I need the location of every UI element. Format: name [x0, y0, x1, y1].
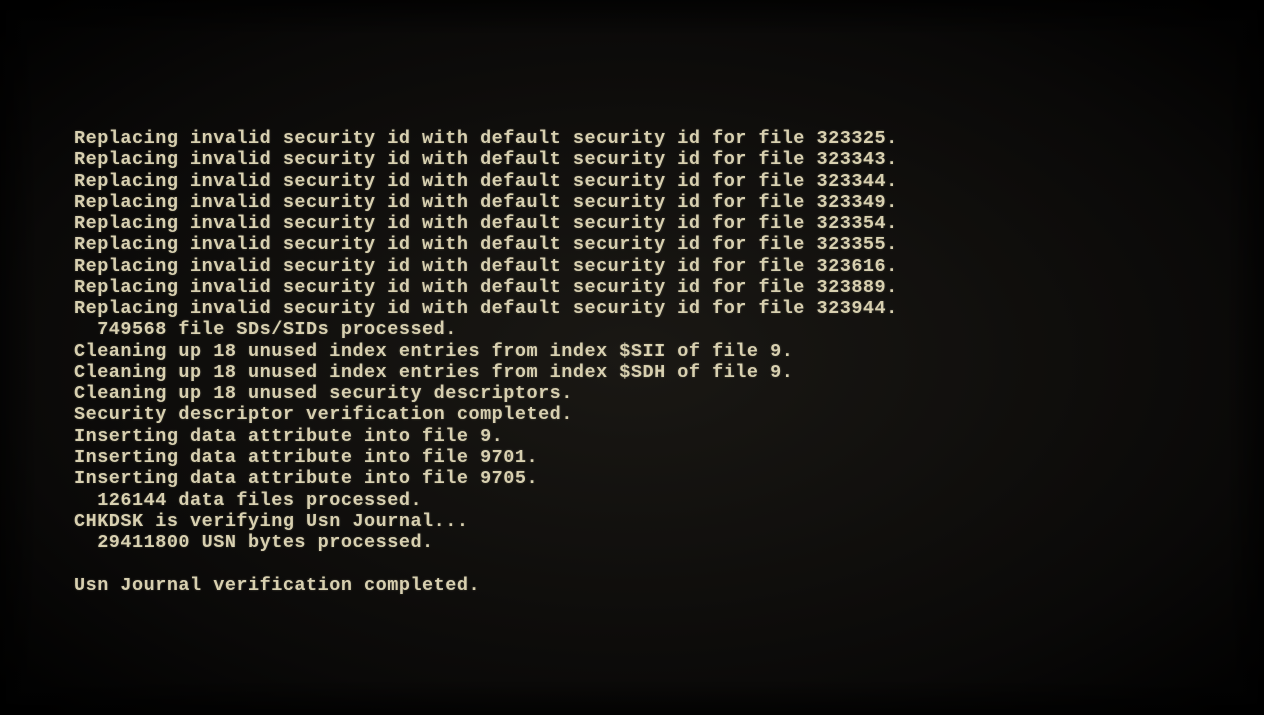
- console-line: Replacing invalid security id with defau…: [74, 128, 1264, 149]
- console-line: Security descriptor verification complet…: [74, 404, 1264, 425]
- console-line: Replacing invalid security id with defau…: [74, 149, 1264, 170]
- console-line: Inserting data attribute into file 9705.: [74, 468, 1264, 489]
- console-line: Replacing invalid security id with defau…: [74, 277, 1264, 298]
- console-line: Inserting data attribute into file 9701.: [74, 447, 1264, 468]
- console-line: CHKDSK is verifying Usn Journal...: [74, 511, 1264, 532]
- console-line: Replacing invalid security id with defau…: [74, 298, 1264, 319]
- console-line: Cleaning up 18 unused index entries from…: [74, 362, 1264, 383]
- console-line: 749568 file SDs/SIDs processed.: [74, 319, 1264, 340]
- console-line: Replacing invalid security id with defau…: [74, 192, 1264, 213]
- console-line: Replacing invalid security id with defau…: [74, 171, 1264, 192]
- console-line: Inserting data attribute into file 9.: [74, 426, 1264, 447]
- console-line: Replacing invalid security id with defau…: [74, 234, 1264, 255]
- console-line: Cleaning up 18 unused security descripto…: [74, 383, 1264, 404]
- console-output: Replacing invalid security id with defau…: [74, 128, 1264, 596]
- console-line: Replacing invalid security id with defau…: [74, 256, 1264, 277]
- console-line: Replacing invalid security id with defau…: [74, 213, 1264, 234]
- console-blank-line: [74, 553, 1264, 574]
- console-line: Cleaning up 18 unused index entries from…: [74, 341, 1264, 362]
- console-line: 126144 data files processed.: [74, 490, 1264, 511]
- console-line: Usn Journal verification completed.: [74, 575, 1264, 596]
- console-line: 29411800 USN bytes processed.: [74, 532, 1264, 553]
